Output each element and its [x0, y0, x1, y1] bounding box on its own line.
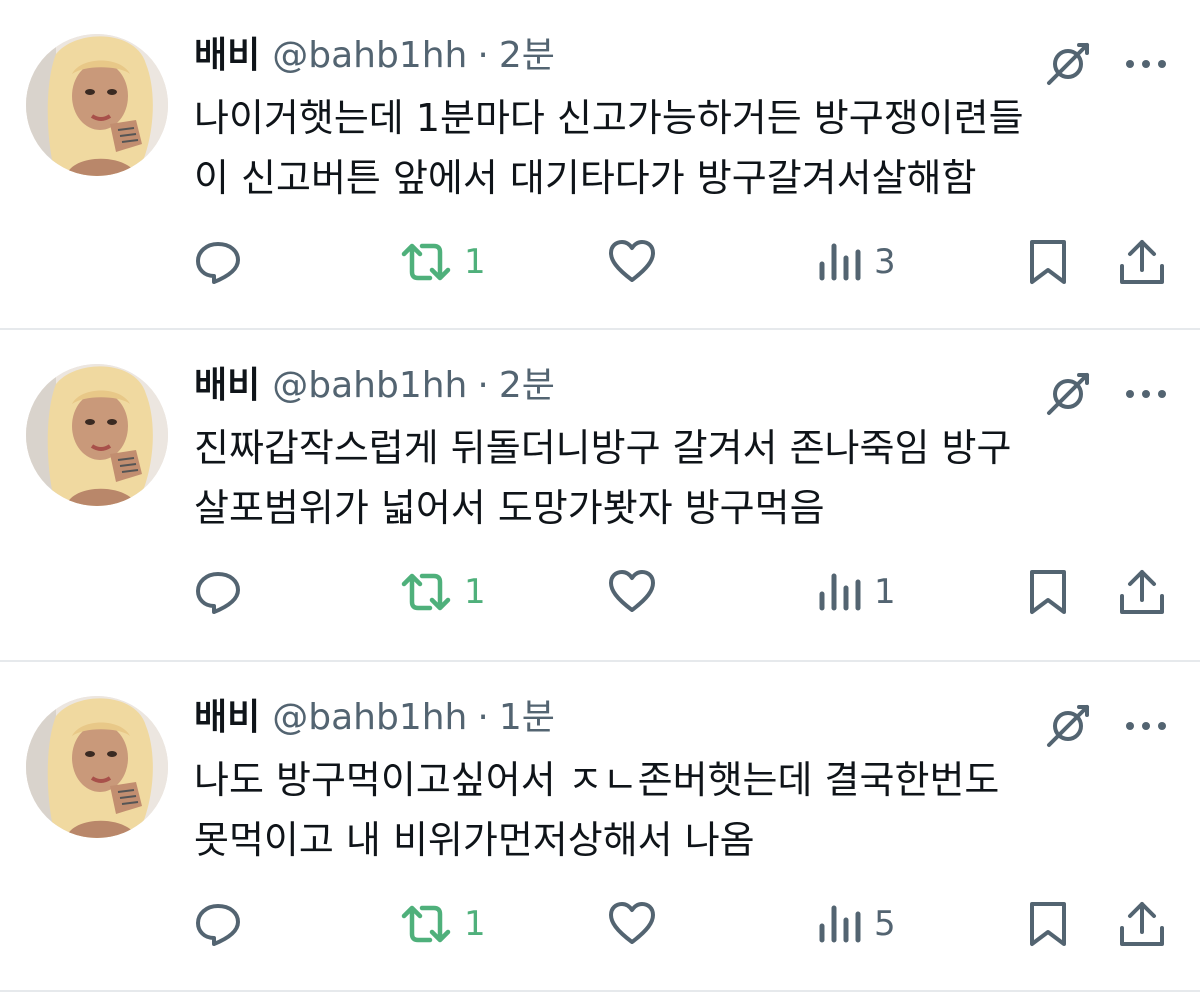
grok-button[interactable] — [1040, 36, 1096, 92]
share-icon — [1120, 240, 1164, 284]
user-handle[interactable]: @bahb1hh — [272, 690, 467, 746]
more-options-button[interactable] — [1118, 366, 1174, 422]
share-button[interactable] — [1116, 562, 1168, 622]
retweet-icon — [401, 573, 451, 611]
retweet-count: 1 — [464, 572, 486, 612]
view-count: 5 — [874, 904, 896, 944]
views-button[interactable]: 5 — [816, 894, 896, 954]
avatar[interactable] — [26, 364, 168, 506]
more-dots-icon — [1126, 722, 1166, 730]
bookmark-button[interactable] — [1024, 894, 1072, 954]
separator-dot: · — [477, 365, 489, 406]
bookmark-button[interactable] — [1024, 232, 1072, 292]
tweet[interactable]: 배비 @bahb1hh · 1분 나도 방구먹이고싶어서 ㅈㄴ존버햇는데 결국한… — [0, 662, 1200, 992]
view-count: 3 — [874, 242, 896, 282]
display-name[interactable]: 배비 — [194, 358, 260, 414]
views-button[interactable]: 3 — [816, 232, 896, 292]
reply-button[interactable] — [192, 894, 244, 954]
more-dots-icon — [1126, 60, 1166, 68]
like-button[interactable] — [606, 232, 658, 292]
retweet-count: 1 — [464, 242, 486, 282]
like-button[interactable] — [606, 562, 658, 622]
bar-chart-icon — [819, 573, 861, 611]
more-dots-icon — [1126, 390, 1166, 398]
share-button[interactable] — [1116, 232, 1168, 292]
bookmark-icon — [1030, 570, 1066, 614]
reply-button[interactable] — [192, 562, 244, 622]
more-options-button[interactable] — [1118, 36, 1174, 92]
tweet-text: 나도 방구먹이고싶어서 ㅈㄴ존버햇는데 결국한번도 못먹이고 내 비위가먼저상해… — [194, 758, 1000, 862]
bookmark-button[interactable] — [1024, 562, 1072, 622]
tweet-actions: 1 3 — [188, 232, 1178, 292]
avatar-image — [26, 364, 168, 506]
avatar[interactable] — [26, 696, 168, 838]
retweet-button[interactable]: 1 — [398, 562, 486, 622]
avatar-image — [26, 34, 168, 176]
retweet-button[interactable]: 1 — [398, 894, 486, 954]
tweet-header: 배비 @bahb1hh · 2분 — [194, 28, 555, 84]
avatar-image — [26, 696, 168, 838]
speech-bubble-icon — [196, 572, 240, 614]
share-button[interactable] — [1116, 894, 1168, 954]
tweet-text: 나이거햇는데 1분마다 신고가능하거든 방구쟁이련들 이 신고버튼 앞에서 대기… — [194, 96, 1024, 200]
user-handle[interactable]: @bahb1hh — [272, 28, 467, 84]
bookmark-icon — [1030, 902, 1066, 946]
retweet-count: 1 — [464, 904, 486, 944]
bookmark-icon — [1030, 240, 1066, 284]
timestamp[interactable]: 2분 — [499, 28, 555, 84]
tweet-header: 배비 @bahb1hh · 1분 — [194, 690, 555, 746]
share-icon — [1120, 902, 1164, 946]
user-handle[interactable]: @bahb1hh — [272, 358, 467, 414]
avatar[interactable] — [26, 34, 168, 176]
display-name[interactable]: 배비 — [194, 28, 260, 84]
tweet[interactable]: 배비 @bahb1hh · 2분 진짜갑작스럽게 뒤돌더니방구 갈겨서 존나죽임… — [0, 330, 1200, 662]
retweet-button[interactable]: 1 — [398, 232, 486, 292]
grok-icon — [1047, 43, 1089, 85]
view-count: 1 — [874, 572, 896, 612]
views-button[interactable]: 1 — [816, 562, 896, 622]
tweet[interactable]: 배비 @bahb1hh · 2분 나이거햇는데 1분마다 신고가능하거든 방구쟁… — [0, 0, 1200, 330]
tweet-text: 진짜갑작스럽게 뒤돌더니방구 갈겨서 존나죽임 방구 살포범위가 넓어서 도망가… — [194, 426, 1012, 530]
more-options-button[interactable] — [1118, 698, 1174, 754]
grok-icon — [1047, 705, 1089, 747]
heart-icon — [609, 570, 655, 612]
speech-bubble-icon — [196, 904, 240, 946]
display-name[interactable]: 배비 — [194, 690, 260, 746]
grok-button[interactable] — [1040, 366, 1096, 422]
bar-chart-icon — [819, 905, 861, 943]
grok-icon — [1047, 373, 1089, 415]
timeline-feed: 배비 @bahb1hh · 2분 나이거햇는데 1분마다 신고가능하거든 방구쟁… — [0, 0, 1200, 992]
retweet-icon — [401, 905, 451, 943]
heart-icon — [609, 902, 655, 944]
tweet-header: 배비 @bahb1hh · 2분 — [194, 358, 555, 414]
retweet-icon — [401, 243, 451, 281]
speech-bubble-icon — [196, 242, 240, 284]
like-button[interactable] — [606, 894, 658, 954]
bar-chart-icon — [819, 243, 861, 281]
tweet-actions: 1 5 — [188, 894, 1178, 954]
separator-dot: · — [477, 697, 489, 738]
tweet-actions: 1 1 — [188, 562, 1178, 622]
timestamp[interactable]: 1분 — [499, 690, 555, 746]
grok-button[interactable] — [1040, 698, 1096, 754]
heart-icon — [609, 240, 655, 282]
timestamp[interactable]: 2분 — [499, 358, 555, 414]
share-icon — [1120, 570, 1164, 614]
separator-dot: · — [477, 35, 489, 76]
reply-button[interactable] — [192, 232, 244, 292]
